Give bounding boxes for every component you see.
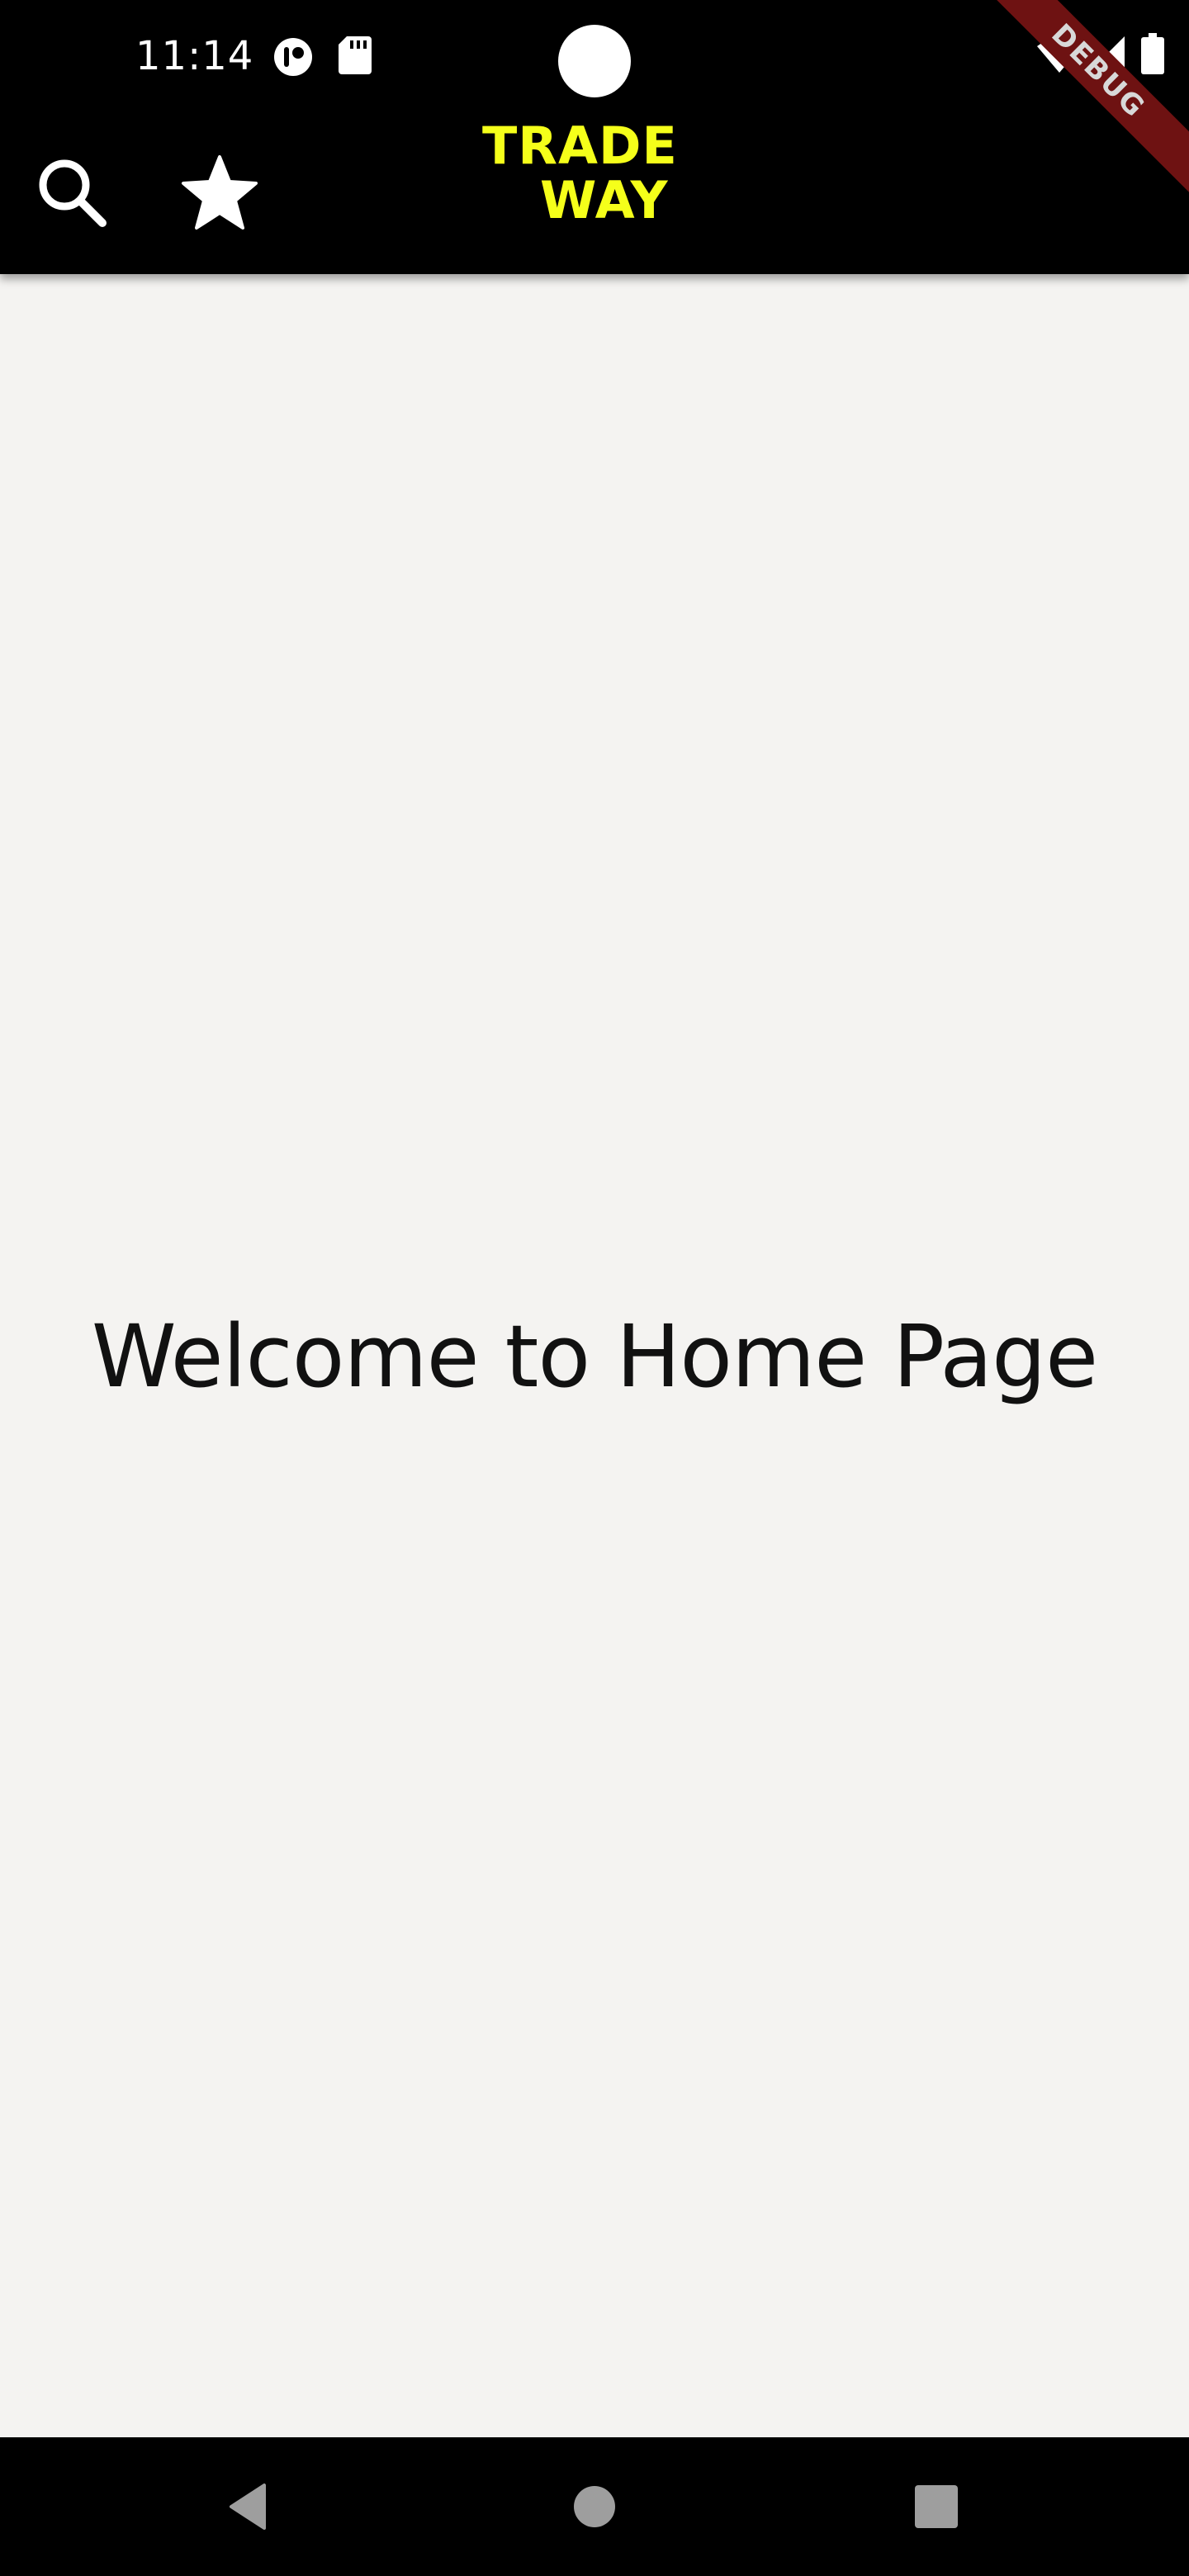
trade-way-logo: TRADE WAY [477, 116, 692, 274]
welcome-text: Welcome to Home Page [91, 1306, 1098, 1407]
logo-text-way: WAY [540, 170, 669, 230]
search-icon [39, 159, 107, 227]
back-icon [230, 2484, 266, 2530]
back-button[interactable] [200, 2457, 299, 2556]
sd-card-icon [339, 36, 372, 78]
recents-icon [915, 2485, 958, 2528]
battery-icon [1141, 33, 1164, 78]
home-content: Welcome to Home Page [0, 274, 1189, 2437]
favorites-button[interactable] [170, 144, 269, 243]
star-icon [182, 155, 258, 230]
status-time: 11:14 [135, 33, 254, 79]
home-button[interactable] [545, 2457, 644, 2556]
assistant-icon [272, 36, 314, 82]
system-nav-bar [0, 2437, 1189, 2576]
logo-text-trade: TRADE [482, 116, 678, 176]
app-bar: TRADE WAY [0, 116, 1189, 274]
recents-button[interactable] [887, 2457, 986, 2556]
home-icon [574, 2486, 615, 2527]
camera-cutout [558, 25, 631, 97]
search-button[interactable] [23, 144, 122, 243]
status-bar: 11:14 [0, 0, 1189, 116]
phone-screen: 11:14 DEBUG TRADE WAY Welcome to Home Pa… [0, 0, 1189, 2576]
